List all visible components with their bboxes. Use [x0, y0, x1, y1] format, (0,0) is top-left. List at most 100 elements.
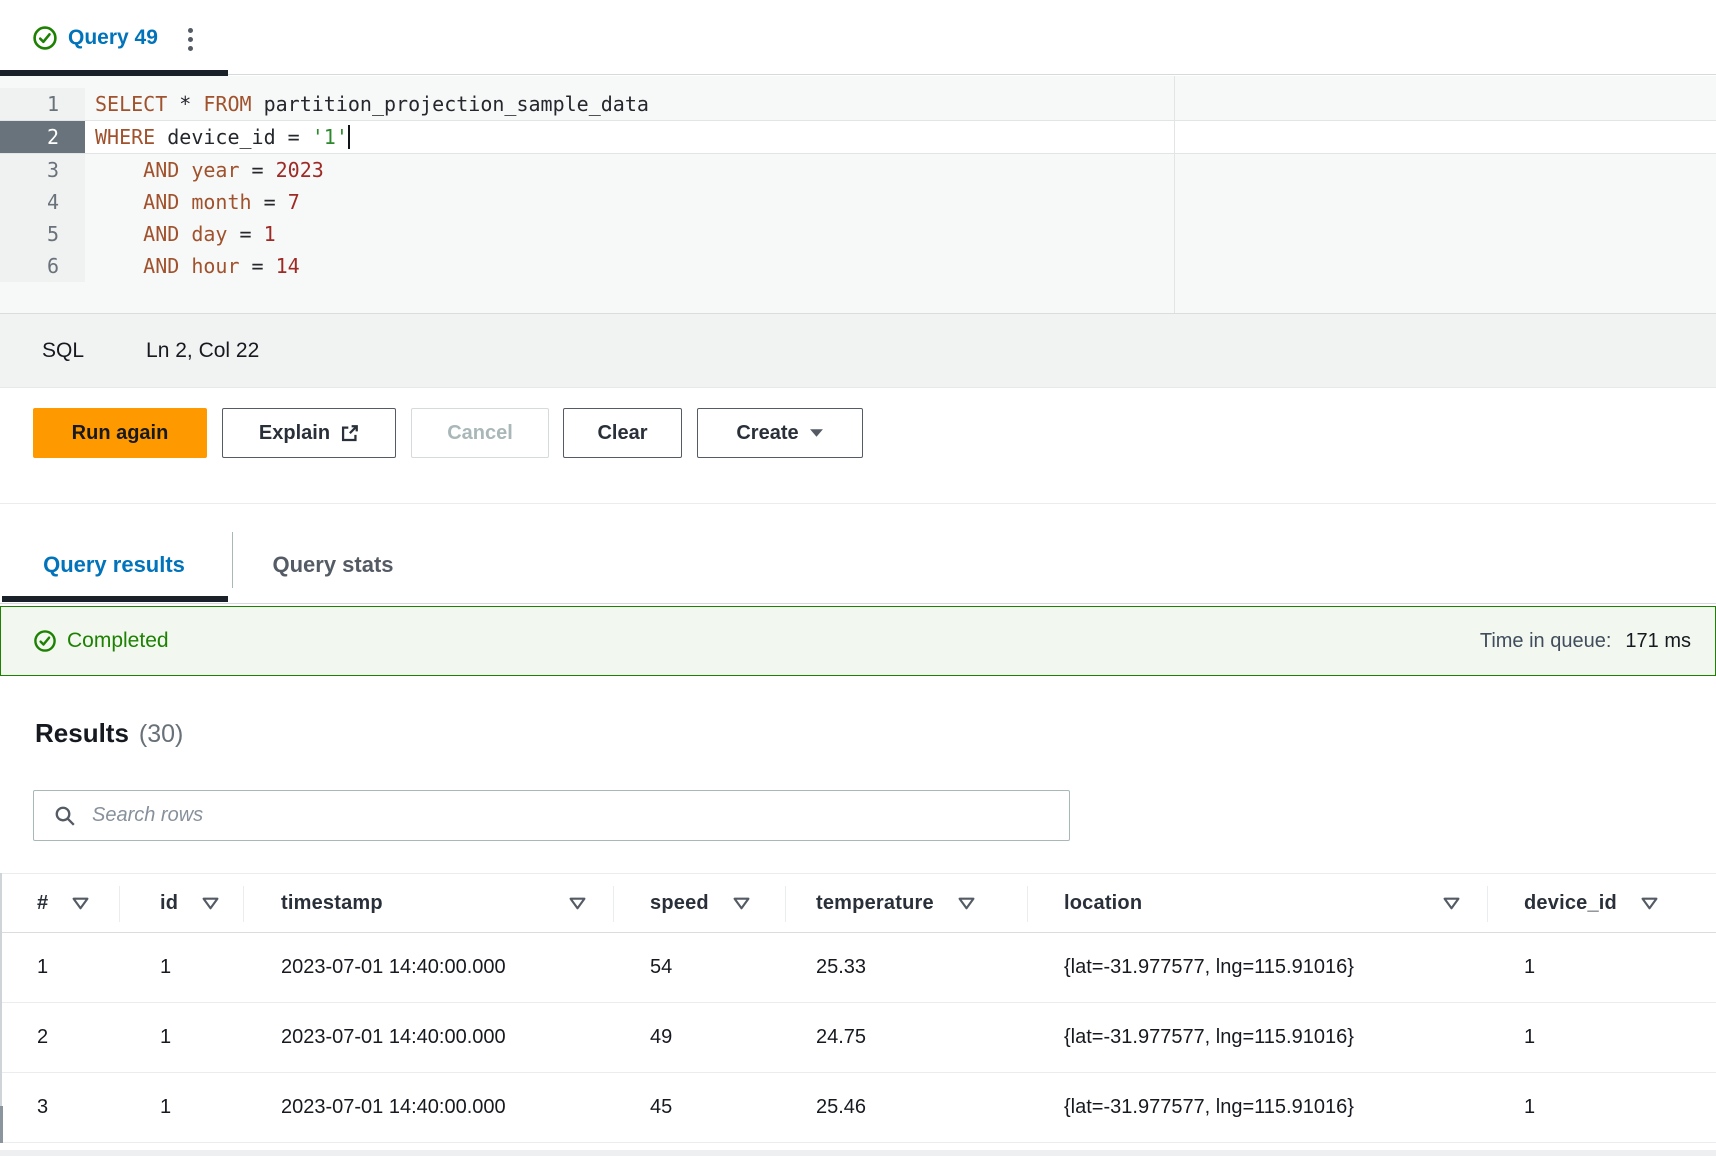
- run-again-button[interactable]: Run again: [33, 408, 207, 458]
- results-count: (30): [139, 720, 183, 749]
- line-number: 3: [0, 154, 85, 186]
- column-label: timestamp: [281, 892, 383, 915]
- search-box: [33, 790, 1070, 841]
- athena-query-editor: Query 49 1SELECT * FROM partition_projec…: [0, 0, 1716, 1156]
- cell-num: 3: [0, 1096, 120, 1119]
- banner-status: Completed: [33, 629, 169, 653]
- code-text: SELECT * FROM partition_projection_sampl…: [85, 88, 1716, 120]
- clear-button[interactable]: Clear: [563, 408, 682, 458]
- external-link-icon: [340, 424, 359, 443]
- tab-query-stats[interactable]: Query stats: [233, 528, 433, 602]
- line-number: 5: [0, 218, 85, 250]
- text-cursor: [348, 125, 350, 149]
- cell-location: {lat=-31.977577, lng=115.91016}: [1028, 1096, 1488, 1119]
- cancel-button[interactable]: Cancel: [411, 408, 549, 458]
- cell-location: {lat=-31.977577, lng=115.91016}: [1028, 956, 1488, 979]
- column-header-speed[interactable]: speed: [614, 874, 786, 932]
- code-line-3[interactable]: 3 AND year = 2023: [0, 154, 1716, 186]
- line-number: 6: [0, 250, 85, 282]
- code-text: WHERE device_id = '1': [85, 121, 1716, 153]
- cell-num: 2: [0, 1026, 120, 1049]
- code-text: AND hour = 14: [85, 250, 1716, 282]
- cell-id: 1: [120, 956, 244, 979]
- cell-device_id: 1: [1488, 956, 1716, 979]
- editor-status-bar: SQL Ln 2, Col 22: [0, 313, 1716, 388]
- success-check-circle-icon: [32, 25, 58, 51]
- table-body: 112023-07-01 14:40:00.0005425.33{lat=-31…: [0, 933, 1716, 1143]
- tab-bar-border: [0, 74, 1716, 75]
- code-line-2[interactable]: 2WHERE device_id = '1': [0, 120, 1716, 154]
- code-text: AND month = 7: [85, 186, 1716, 218]
- query-tab-label: Query 49: [68, 26, 158, 50]
- table-row-1: 112023-07-01 14:40:00.0005425.33{lat=-31…: [0, 933, 1716, 1003]
- sql-editor[interactable]: 1SELECT * FROM partition_projection_samp…: [0, 76, 1716, 313]
- results-tab-border: [0, 603, 1716, 604]
- cell-timestamp: 2023-07-01 14:40:00.000: [244, 956, 614, 979]
- cell-speed: 45: [614, 1096, 786, 1119]
- search-rows-input[interactable]: [92, 791, 1069, 840]
- cell-temperature: 25.46: [786, 1096, 1028, 1119]
- cell-device_id: 1: [1488, 1096, 1716, 1119]
- code-line-1[interactable]: 1SELECT * FROM partition_projection_samp…: [0, 88, 1716, 120]
- scrollbar-track: [0, 1150, 1716, 1156]
- column-label: device_id: [1524, 892, 1617, 915]
- cell-device_id: 1: [1488, 1026, 1716, 1049]
- search-icon: [54, 805, 76, 827]
- code-text: AND day = 1: [85, 218, 1716, 250]
- filter-dropdown-icon[interactable]: [569, 897, 586, 910]
- filter-dropdown-icon[interactable]: [1443, 897, 1460, 910]
- cell-timestamp: 2023-07-01 14:40:00.000: [244, 1026, 614, 1049]
- cursor-position: Ln 2, Col 22: [146, 339, 259, 363]
- code-line-6[interactable]: 6 AND hour = 14: [0, 250, 1716, 282]
- active-results-tab-underline: [2, 596, 228, 602]
- cell-temperature: 24.75: [786, 1026, 1028, 1049]
- column-header-id[interactable]: id: [120, 874, 244, 932]
- code-lines: 1SELECT * FROM partition_projection_samp…: [0, 88, 1716, 282]
- filter-dropdown-icon[interactable]: [202, 897, 219, 910]
- print-margin-line: [1174, 76, 1175, 313]
- cell-id: 1: [120, 1026, 244, 1049]
- queue-time-value: 171 ms: [1625, 630, 1691, 653]
- column-label: id: [160, 892, 178, 915]
- status-text: Completed: [67, 629, 169, 653]
- kebab-menu-icon[interactable]: [180, 20, 200, 58]
- line-number: 2: [0, 121, 85, 153]
- column-header-timestamp[interactable]: timestamp: [244, 874, 614, 932]
- column-header-device_id[interactable]: device_id: [1488, 874, 1716, 932]
- cell-speed: 54: [614, 956, 786, 979]
- code-text: AND year = 2023: [85, 154, 1716, 186]
- filter-dropdown-icon[interactable]: [733, 897, 750, 910]
- cell-num: 1: [0, 956, 120, 979]
- completed-check-circle-icon: [33, 629, 57, 653]
- query-tab-bar: Query 49: [0, 0, 1716, 76]
- explain-button[interactable]: Explain: [222, 408, 396, 458]
- column-header-location[interactable]: location: [1028, 874, 1488, 932]
- create-dropdown-button[interactable]: Create: [697, 408, 863, 458]
- results-table: # id timestamp speed temperaturelocation devi…: [0, 873, 1716, 1143]
- results-tab-bar: Query results Query stats: [0, 503, 1716, 606]
- line-number: 1: [0, 88, 85, 120]
- tab-query-results-label: Query results: [43, 552, 185, 578]
- column-label: #: [37, 892, 48, 915]
- table-header-row: # id timestamp speed temperaturelocation devi…: [0, 873, 1716, 933]
- cell-speed: 49: [614, 1026, 786, 1049]
- queue-time: Time in queue: 171 ms: [1480, 630, 1691, 653]
- filter-dropdown-icon[interactable]: [958, 897, 975, 910]
- table-left-border: [0, 873, 2, 1143]
- column-header-temperature[interactable]: temperature: [786, 874, 1028, 932]
- code-line-4[interactable]: 4 AND month = 7: [0, 186, 1716, 218]
- table-row-2: 212023-07-01 14:40:00.0004924.75{lat=-31…: [0, 1003, 1716, 1073]
- column-header-num[interactable]: #: [0, 874, 120, 932]
- cell-id: 1: [120, 1096, 244, 1119]
- cell-timestamp: 2023-07-01 14:40:00.000: [244, 1096, 614, 1119]
- results-heading: Results (30): [35, 718, 183, 749]
- filter-dropdown-icon[interactable]: [72, 897, 89, 910]
- filter-dropdown-icon[interactable]: [1641, 897, 1658, 910]
- scrollbar-thumb[interactable]: [0, 1106, 3, 1143]
- code-line-5[interactable]: 5 AND day = 1: [0, 218, 1716, 250]
- column-label: speed: [650, 892, 709, 915]
- line-number: 4: [0, 186, 85, 218]
- tab-query-results[interactable]: Query results: [0, 528, 228, 602]
- cell-temperature: 25.33: [786, 956, 1028, 979]
- results-title: Results: [35, 718, 129, 749]
